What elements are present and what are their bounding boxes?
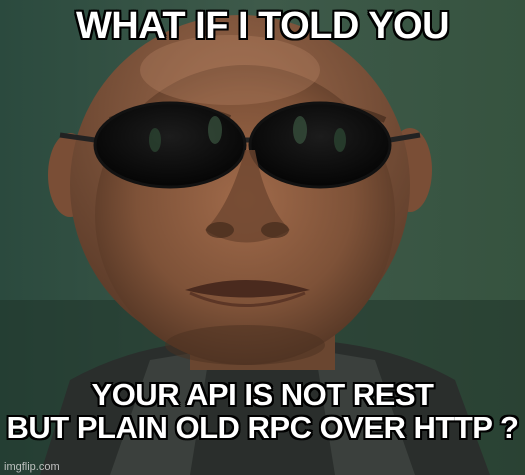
right-lens [248,101,392,189]
bottom-caption-line2: BUT PLAIN OLD RPC OVER HTTP ? [6,409,519,445]
top-caption: WHAT IF I TOLD YOU [75,5,450,47]
watermark: imgflip.com [4,461,60,473]
left-lens [93,101,247,189]
bottom-caption: YOUR API IS NOT REST BUT PLAIN OLD RPC O… [0,377,525,445]
meme-image: WHAT IF I TOLD YOU YOUR API IS NOT REST … [0,0,525,475]
bottom-caption-line1: YOUR API IS NOT REST [91,377,434,412]
